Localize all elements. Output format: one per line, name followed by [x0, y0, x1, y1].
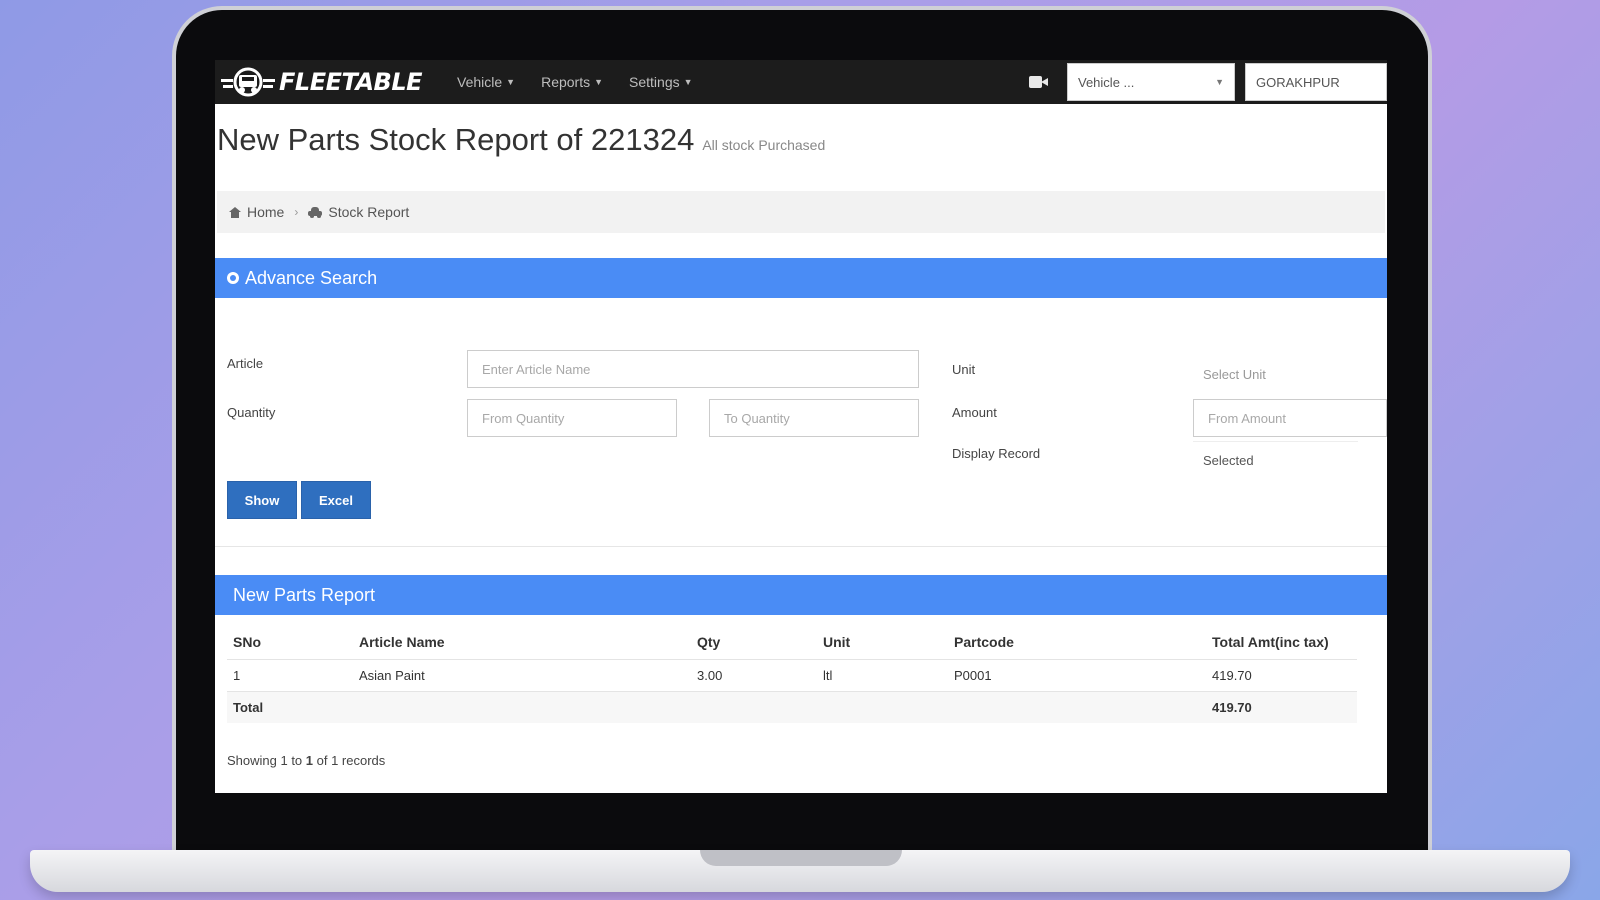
- dropdown-arrow-icon: ▼: [1215, 77, 1224, 87]
- page-subtitle: All stock Purchased: [702, 137, 826, 153]
- from-amount-input[interactable]: [1193, 399, 1387, 437]
- chevron-down-icon: ▼: [594, 77, 604, 87]
- excel-button[interactable]: Excel: [301, 481, 371, 519]
- empty-cell: [823, 691, 954, 723]
- chevron-down-icon: ▼: [506, 77, 516, 87]
- amount-label: Amount: [952, 405, 997, 420]
- vehicle-select[interactable]: Vehicle ... ▼: [1067, 63, 1235, 101]
- cell-total-amount: 419.70: [1212, 659, 1357, 692]
- parts-report-table: SNo Article Name Qty Unit Partcode Total…: [227, 625, 1357, 723]
- breadcrumb: Home › Stock Report: [217, 191, 1385, 233]
- records-summary-suffix: of 1 records: [313, 753, 386, 768]
- empty-cell: [954, 691, 1212, 723]
- quantity-label: Quantity: [227, 405, 276, 420]
- menu-vehicle-label: Vehicle: [457, 74, 503, 90]
- cell-qty: 3.00: [697, 659, 823, 692]
- vehicle-select-value: Vehicle ...: [1078, 74, 1135, 90]
- cell-partcode: P0001: [954, 659, 1212, 692]
- chevron-down-icon: ▼: [683, 77, 693, 87]
- column-header-total-amount[interactable]: Total Amt(inc tax): [1212, 625, 1357, 660]
- total-label: Total: [227, 691, 359, 723]
- city-value: GORAKHPUR: [1256, 74, 1340, 90]
- empty-cell: [697, 691, 823, 723]
- column-header-qty[interactable]: Qty: [697, 625, 823, 660]
- truck-logo-icon: [221, 67, 275, 97]
- column-header-partcode[interactable]: Partcode: [954, 625, 1212, 660]
- records-summary-count: 1: [305, 753, 314, 768]
- page-heading: New Parts Stock Report of 221324: [217, 122, 695, 157]
- brand-name: FLEETABLE: [279, 68, 423, 96]
- app-screen: FLEETABLE Vehicle ▼ Reports ▼ Settings ▼…: [215, 60, 1387, 793]
- cell-sno: 1: [227, 659, 359, 692]
- article-label: Article: [227, 356, 264, 371]
- menu-vehicle[interactable]: Vehicle ▼: [457, 74, 515, 90]
- cell-unit: ltl: [823, 659, 954, 692]
- cell-article-name: Asian Paint: [359, 659, 697, 692]
- main-menu: Vehicle ▼ Reports ▼ Settings ▼: [457, 74, 719, 90]
- records-summary: Showing 1 to 1 of 1 records: [227, 753, 385, 768]
- from-quantity-input[interactable]: [467, 399, 677, 437]
- table-row: 1 Asian Paint 3.00 ltl P0001 419.70: [227, 659, 1357, 692]
- display-record-select[interactable]: Selected: [1193, 441, 1358, 479]
- column-header-unit[interactable]: Unit: [823, 625, 954, 660]
- circle-dot-icon: [227, 272, 239, 284]
- article-input[interactable]: [467, 350, 919, 388]
- breadcrumb-current-label: Stock Report: [328, 204, 410, 220]
- home-icon: [229, 206, 241, 218]
- advance-search-title: Advance Search: [245, 267, 378, 288]
- breadcrumb-separator-icon: ›: [294, 205, 299, 219]
- video-camera-icon[interactable]: [1029, 75, 1049, 89]
- page-title: New Parts Stock Report of 221324 All sto…: [217, 122, 825, 158]
- unit-label: Unit: [952, 362, 976, 377]
- to-quantity-input[interactable]: [709, 399, 919, 437]
- menu-reports[interactable]: Reports ▼: [541, 74, 603, 90]
- records-summary-prefix: Showing 1 to: [227, 753, 306, 768]
- breadcrumb-home-label: Home: [247, 204, 285, 220]
- brand-logo[interactable]: FLEETABLE: [219, 60, 449, 104]
- display-record-label: Display Record: [952, 446, 1041, 461]
- menu-settings[interactable]: Settings ▼: [629, 74, 693, 90]
- breadcrumb-stock-report[interactable]: Stock Report: [308, 204, 409, 220]
- table-header-row: SNo Article Name Qty Unit Partcode Total…: [227, 625, 1357, 660]
- navbar-right: Vehicle ... ▼ GORAKHPUR: [1029, 60, 1387, 104]
- new-parts-report-header: New Parts Report: [215, 575, 1387, 615]
- menu-settings-label: Settings: [629, 74, 680, 90]
- column-header-sno[interactable]: SNo: [227, 625, 359, 660]
- car-icon: [308, 206, 323, 218]
- display-record-value: Selected: [1203, 453, 1254, 468]
- report-title: New Parts Report: [233, 584, 376, 605]
- column-header-article-name[interactable]: Article Name: [359, 625, 697, 660]
- total-amount: 419.70: [1212, 691, 1357, 723]
- table-total-row: Total 419.70: [227, 691, 1357, 723]
- city-selector[interactable]: GORAKHPUR: [1245, 63, 1387, 101]
- empty-cell: [359, 691, 697, 723]
- unit-select-placeholder: Select Unit: [1203, 366, 1266, 382]
- section-divider: [215, 546, 1387, 547]
- show-button[interactable]: Show: [227, 481, 297, 519]
- laptop-notch: [700, 850, 902, 866]
- top-navbar: FLEETABLE Vehicle ▼ Reports ▼ Settings ▼…: [215, 60, 1387, 104]
- advance-search-header[interactable]: Advance Search: [215, 258, 1387, 298]
- unit-select[interactable]: Select Unit: [1193, 355, 1358, 393]
- breadcrumb-home[interactable]: Home: [229, 204, 284, 220]
- menu-reports-label: Reports: [541, 74, 591, 90]
